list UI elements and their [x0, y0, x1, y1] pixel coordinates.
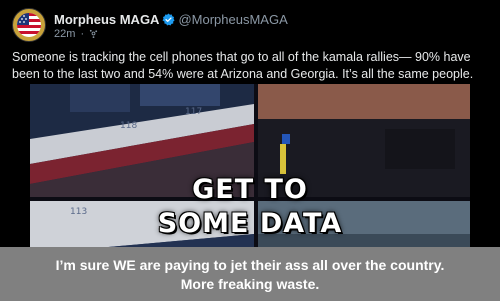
post-meta: 22m ·	[54, 28, 98, 40]
section-label-117: 117	[185, 107, 202, 117]
avatar[interactable]	[12, 8, 46, 42]
post-body-text: Someone is tracking the cell phones that…	[12, 50, 474, 81]
verified-badge-icon	[162, 13, 176, 26]
video-overlay-line-2: SOME DATA	[157, 208, 343, 239]
flag-icon	[17, 13, 41, 37]
caption-line-2: More freaking waste.	[180, 276, 320, 292]
video-overlay-line-1: GET TO	[192, 174, 308, 205]
section-label-118: 118	[120, 121, 137, 131]
timestamp[interactable]: 22m	[54, 28, 75, 40]
author-handle[interactable]: @MorpheusMAGA	[178, 12, 287, 27]
post-card: Morpheus MAGA @MorpheusMAGA 22m · Someone…	[0, 0, 500, 301]
author-row: Morpheus MAGA @MorpheusMAGA	[54, 11, 288, 27]
author-name[interactable]: Morpheus MAGA	[54, 12, 159, 27]
fediverse-globe-icon	[89, 29, 98, 38]
caption-bar	[0, 247, 500, 301]
meta-separator: ·	[80, 28, 85, 40]
post-header: Morpheus MAGA @MorpheusMAGA 22m ·	[12, 8, 488, 42]
caption-line-1: I’m sure WE are paying to jet their ass …	[55, 257, 445, 273]
